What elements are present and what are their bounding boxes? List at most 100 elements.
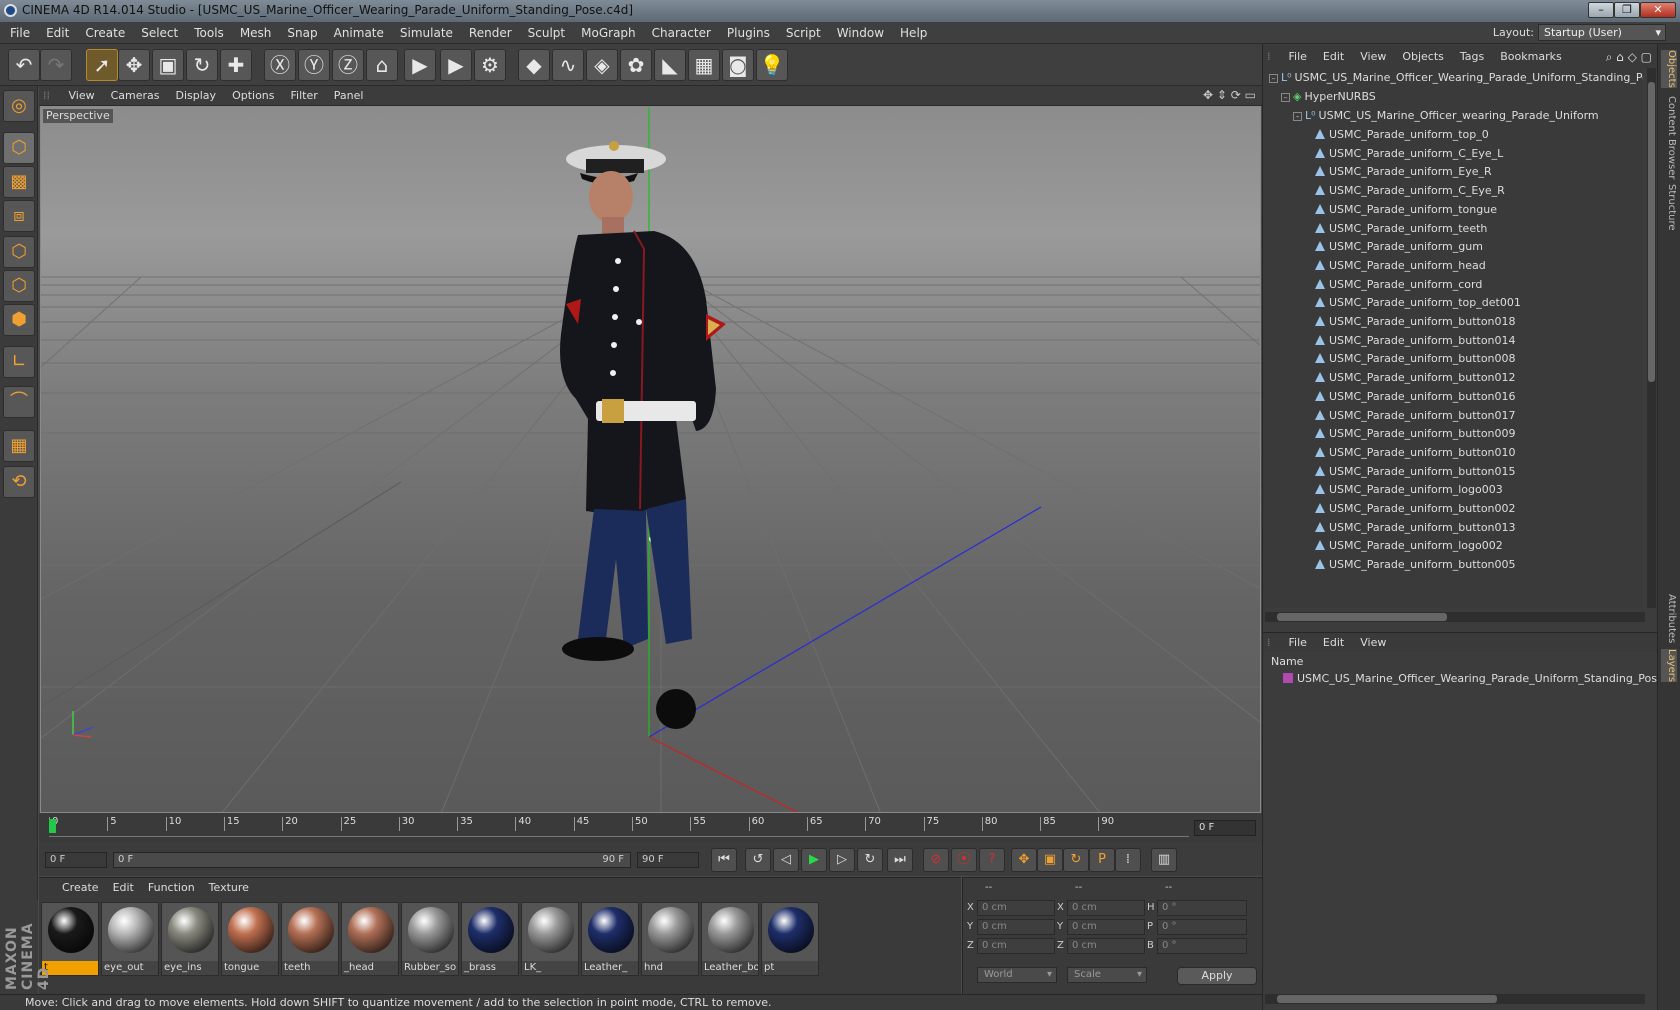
material-thumbnail[interactable]: eye_ins: [161, 902, 219, 976]
pla-key-icon[interactable]: ⁞: [1115, 848, 1141, 872]
previous-key-icon[interactable]: ↺: [745, 848, 771, 872]
layer-menu-edit[interactable]: Edit: [1315, 633, 1352, 653]
object-row[interactable]: USMC_Parade_uniform_button002: [1263, 499, 1643, 519]
go-to-end-icon[interactable]: ⏭: [887, 848, 913, 872]
object-row[interactable]: USMC_Parade_uniform_logo002: [1263, 536, 1643, 556]
deformer-icon[interactable]: ◣: [654, 49, 686, 81]
material-thumbnail[interactable]: Leather_: [581, 902, 639, 976]
material-thumbnail[interactable]: LK_: [521, 902, 579, 976]
coord-position-field[interactable]: 0 cm: [977, 919, 1055, 935]
object-row[interactable]: USMC_Parade_uniform_button016: [1263, 387, 1643, 407]
scale-icon[interactable]: ▣: [152, 49, 184, 81]
next-frame-icon[interactable]: ▷: [829, 848, 855, 872]
layer-row[interactable]: USMC_US_Marine_Officer_Wearing_Parade_Un…: [1263, 670, 1658, 688]
model-mode-icon[interactable]: ⬡: [3, 132, 35, 164]
undo-icon[interactable]: ↶: [8, 49, 40, 81]
object-row[interactable]: USMC_Parade_uniform_button012: [1263, 368, 1643, 388]
menu-edit[interactable]: Edit: [38, 22, 77, 44]
menu-create[interactable]: Create: [77, 22, 133, 44]
next-key-icon[interactable]: ↻: [857, 848, 883, 872]
menu-simulate[interactable]: Simulate: [392, 22, 461, 44]
object-menu-file[interactable]: File: [1281, 46, 1315, 68]
x-axis-lock-icon[interactable]: Ⓧ: [264, 49, 296, 81]
texture-mode-icon[interactable]: ▩: [3, 166, 35, 198]
record-icon[interactable]: ⊘: [923, 848, 949, 872]
coord-position-field[interactable]: 0 cm: [977, 938, 1055, 954]
go-to-start-icon[interactable]: ⏮: [711, 848, 737, 872]
object-row[interactable]: USMC_Parade_uniform_button017: [1263, 406, 1643, 426]
minimize-button[interactable]: –: [1588, 2, 1614, 18]
scale-key-icon[interactable]: ▣: [1037, 848, 1063, 872]
coord-size-field[interactable]: 0 cm: [1067, 919, 1145, 935]
tree-toggle-icon[interactable]: –: [1269, 74, 1278, 83]
material-menu-create[interactable]: Create: [55, 878, 106, 898]
cube-icon[interactable]: ◆: [518, 49, 550, 81]
menu-window[interactable]: Window: [829, 22, 892, 44]
material-menu-texture[interactable]: Texture: [202, 878, 256, 898]
material-thumbnail[interactable]: teeth: [281, 902, 339, 976]
object-row[interactable]: USMC_Parade_uniform_C_Eye_R: [1263, 181, 1643, 201]
object-menu-view[interactable]: View: [1352, 46, 1394, 68]
frame-range-slider[interactable]: 0 F 90 F: [113, 852, 631, 868]
add-icon[interactable]: ✚: [220, 49, 252, 81]
render-view-icon[interactable]: ▶: [404, 49, 436, 81]
object-row[interactable]: USMC_Parade_uniform_teeth: [1263, 219, 1643, 239]
side-tab-objects[interactable]: Objects: [1661, 50, 1677, 88]
tree-toggle-icon[interactable]: –: [1281, 93, 1290, 102]
light-icon[interactable]: 💡: [756, 49, 788, 81]
z-axis-lock-icon[interactable]: Ⓩ: [332, 49, 364, 81]
menu-animate[interactable]: Animate: [326, 22, 392, 44]
menu-plugins[interactable]: Plugins: [719, 22, 778, 44]
coord-rotation-field[interactable]: 0 °: [1157, 919, 1247, 935]
material-menu-edit[interactable]: Edit: [106, 878, 141, 898]
camera-icon[interactable]: ◙: [722, 49, 754, 81]
points-mode-icon[interactable]: ⬡: [3, 236, 35, 268]
layer-hscrollbar[interactable]: [1265, 994, 1645, 1004]
object-tree-scrollbar[interactable]: [1647, 68, 1656, 608]
object-row[interactable]: USMC_Parade_uniform_top_det001: [1263, 293, 1643, 313]
object-row-root[interactable]: – L⁰ USMC_US_Marine_Officer_Wearing_Parade…: [1263, 68, 1643, 88]
array-icon[interactable]: ✿: [620, 49, 652, 81]
timeline-ruler[interactable]: 051015202530354045505560657075808590 0 F: [39, 813, 1262, 843]
side-tab-attributes[interactable]: Attributes: [1661, 594, 1677, 643]
material-thumbnail[interactable]: Rubber_so: [401, 902, 459, 976]
object-row[interactable]: USMC_Parade_uniform_button005: [1263, 555, 1643, 575]
object-menu-edit[interactable]: Edit: [1315, 46, 1352, 68]
nurbs-icon[interactable]: ◈: [586, 49, 618, 81]
menu-character[interactable]: Character: [644, 22, 719, 44]
menu-mesh[interactable]: Mesh: [232, 22, 280, 44]
coord-size-field[interactable]: 0 cm: [1067, 900, 1145, 916]
apply-button[interactable]: Apply: [1177, 967, 1257, 985]
previous-frame-icon[interactable]: ◁: [773, 848, 799, 872]
menu-script[interactable]: Script: [778, 22, 829, 44]
side-tab-content-browser[interactable]: Content Browser: [1661, 96, 1677, 179]
keyframe-selection-icon[interactable]: ?: [979, 848, 1005, 872]
magnet-icon[interactable]: ⌒: [3, 386, 35, 418]
floor-icon[interactable]: ▦: [688, 49, 720, 81]
menu-help[interactable]: Help: [892, 22, 935, 44]
object-row[interactable]: USMC_Parade_uniform_button014: [1263, 331, 1643, 351]
viewport-menu-view[interactable]: View: [61, 86, 103, 106]
y-axis-lock-icon[interactable]: Ⓨ: [298, 49, 330, 81]
playhead[interactable]: [49, 819, 56, 833]
coord-rotation-field[interactable]: 0 °: [1157, 900, 1247, 916]
object-menu-objects[interactable]: Objects: [1394, 46, 1452, 68]
viewport-nav-icons[interactable]: ✥ ⇕ ⟳ ▭: [1203, 88, 1256, 102]
3d-viewport[interactable]: Perspective: [40, 106, 1261, 813]
layout-select[interactable]: Startup (User) ▾: [1538, 24, 1666, 41]
menu-select[interactable]: Select: [133, 22, 186, 44]
edges-mode-icon[interactable]: ⬡: [3, 270, 35, 302]
side-tab-structure[interactable]: Structure: [1661, 184, 1677, 231]
object-row[interactable]: USMC_Parade_uniform_button010: [1263, 443, 1643, 463]
side-tab-layers[interactable]: Layers: [1661, 649, 1677, 683]
rotate-icon[interactable]: ↻: [186, 49, 218, 81]
menu-tools[interactable]: Tools: [186, 22, 232, 44]
move-key-icon[interactable]: ✥: [1011, 848, 1037, 872]
object-menu-bookmarks[interactable]: Bookmarks: [1492, 46, 1569, 68]
object-row-group[interactable]: – L⁰ USMC_US_Marine_Officer_wearing_Parade…: [1263, 106, 1643, 126]
end-frame-field[interactable]: 90 F: [637, 852, 699, 868]
material-thumbnail[interactable]: tongue: [221, 902, 279, 976]
material-thumbnail[interactable]: _brass: [461, 902, 519, 976]
object-row[interactable]: USMC_Parade_uniform_gum: [1263, 237, 1643, 257]
material-thumbnail[interactable]: hnd: [641, 902, 699, 976]
